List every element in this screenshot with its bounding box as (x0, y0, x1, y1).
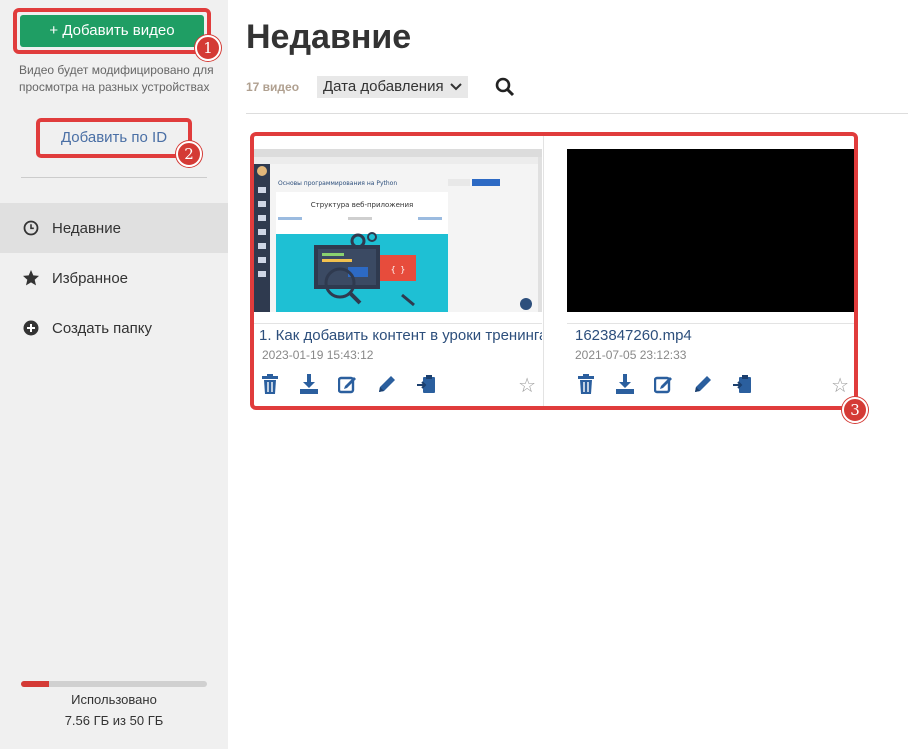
cards-highlight (250, 132, 858, 410)
sidebar-divider (21, 177, 207, 178)
sidebar-item-recent[interactable]: Недавние (0, 203, 228, 253)
add-by-id-highlight: Добавить по ID (36, 118, 192, 158)
sidebar-item-label: Создать папку (52, 319, 152, 337)
plus-circle-icon (22, 319, 40, 337)
sort-select-value: Дата добавления (323, 78, 444, 95)
main-content: Недавние 17 видео Дата добавления Основы… (228, 0, 909, 749)
star-icon (22, 269, 40, 287)
header-divider (246, 113, 908, 114)
storage-usage-bar (21, 681, 207, 687)
add-video-button[interactable]: + Добавить видео (20, 15, 204, 47)
add-video-highlight: + Добавить видео (13, 8, 211, 54)
video-count: 17 видео (246, 80, 300, 94)
storage-usage-value: 7.56 ГБ из 50 ГБ (64, 713, 164, 728)
sidebar-item-label: Избранное (52, 269, 129, 287)
sidebar-item-label: Недавние (52, 219, 121, 237)
sidebar-item-favorites[interactable]: Избранное (0, 253, 228, 303)
callout-badge-2: 2 (176, 141, 202, 167)
sidebar: + Добавить видео 1 Видео будет модифицир… (0, 0, 228, 749)
add-video-hint: Видео будет модифицировано для просмотра… (19, 63, 214, 94)
storage-usage-label: Использовано (71, 692, 157, 707)
sidebar-item-create-folder[interactable]: Создать папку (0, 303, 228, 353)
sort-select[interactable]: Дата добавления (317, 76, 468, 98)
search-icon[interactable] (495, 77, 515, 97)
add-by-id-link[interactable]: Добавить по ID (40, 122, 188, 154)
chevron-down-icon (449, 76, 462, 98)
storage-usage-fill (21, 681, 49, 687)
clock-icon (22, 219, 40, 237)
callout-badge-1: 1 (195, 35, 221, 61)
callout-badge-3: 3 (842, 397, 868, 423)
page-title: Недавние (246, 18, 412, 56)
